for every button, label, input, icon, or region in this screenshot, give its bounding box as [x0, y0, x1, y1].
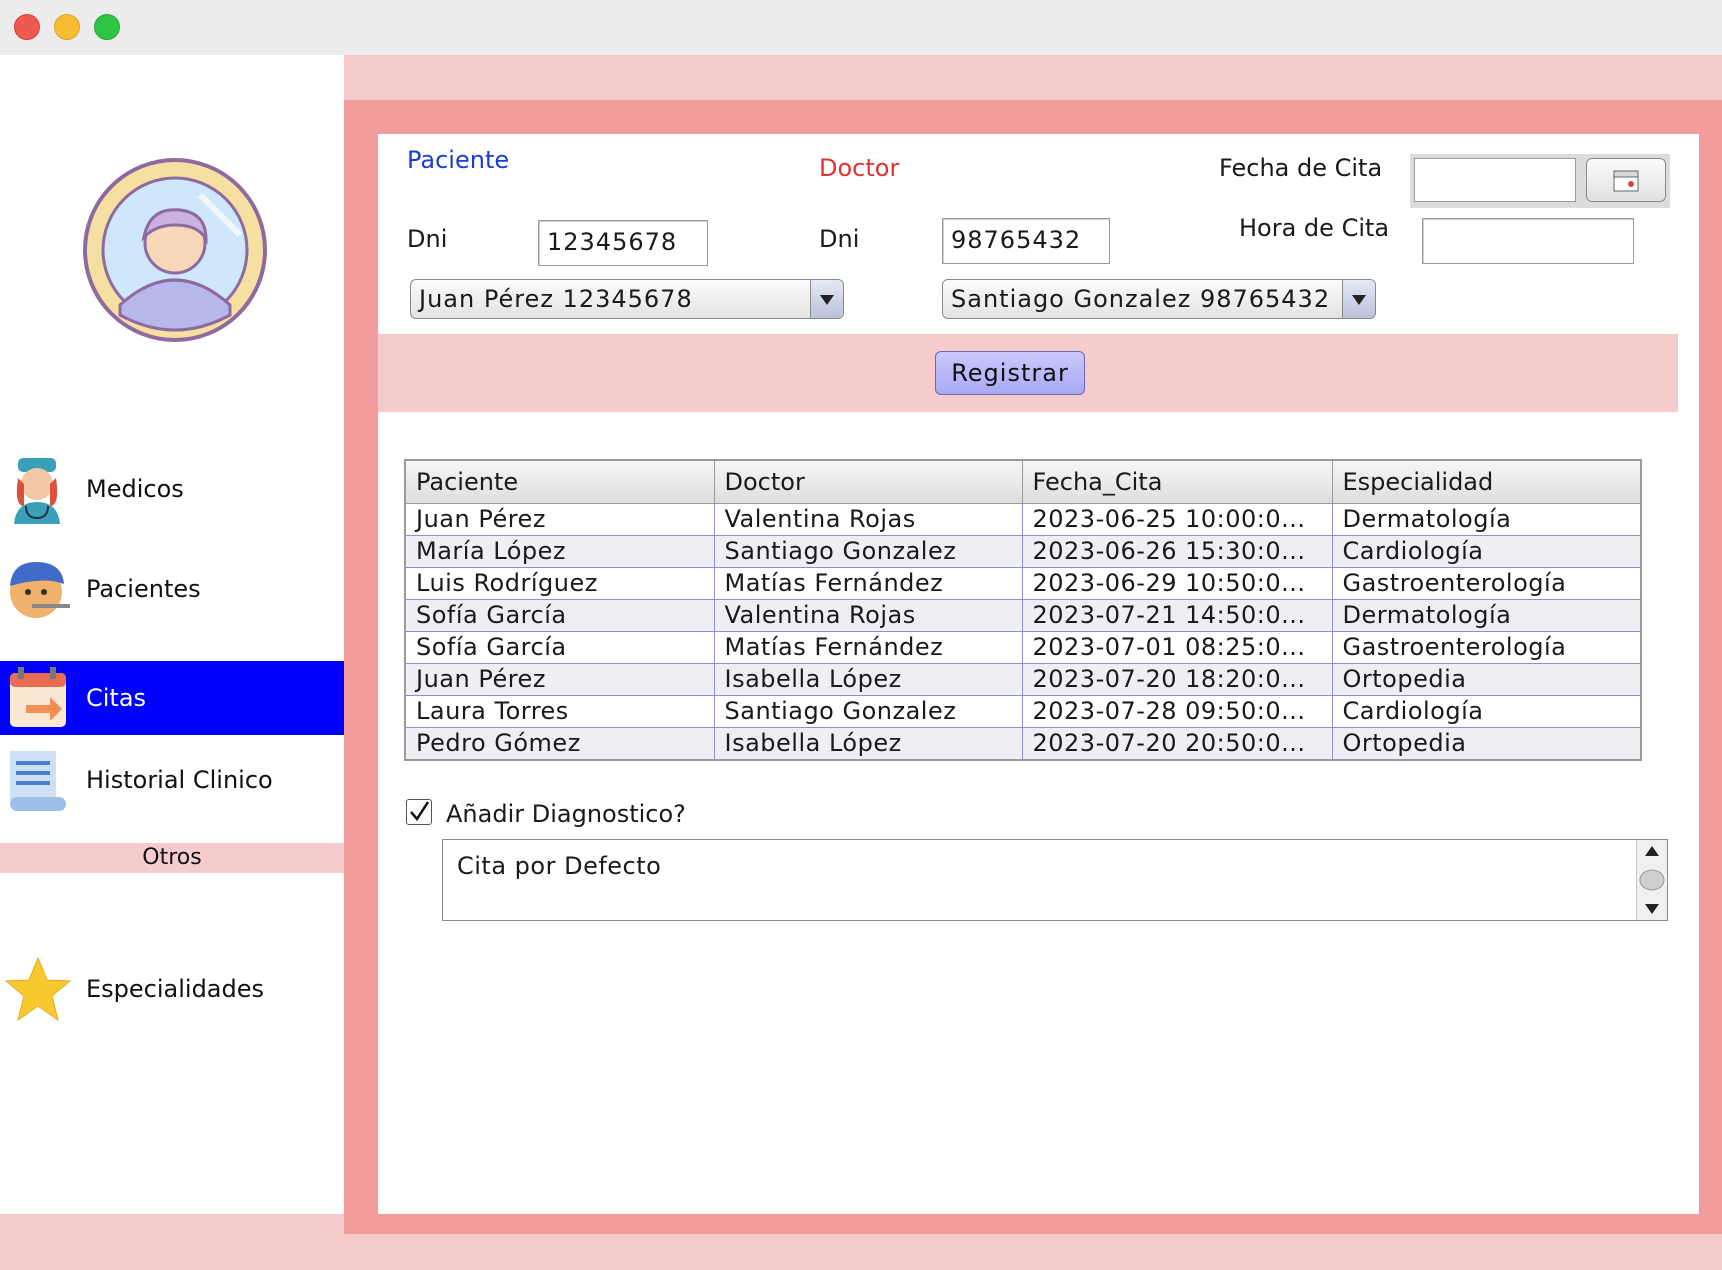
sidebar-item-label: Historial Clinico — [86, 766, 273, 794]
cell-fecha: 2023-07-21 14:50:0... — [1022, 599, 1333, 632]
cell-doctor: Santiago Gonzalez — [714, 535, 1023, 568]
table-row[interactable]: María López Santiago Gonzalez 2023-06-26… — [405, 535, 1642, 568]
cell-paciente: Luis Rodríguez — [405, 567, 715, 600]
paciente-select-value: Juan Pérez 12345678 — [419, 285, 693, 313]
hora-cita-input[interactable] — [1422, 218, 1634, 264]
column-header[interactable]: Doctor — [714, 460, 1023, 504]
anadir-diagnostico-checkbox[interactable] — [406, 799, 432, 825]
doctor-icon — [14, 458, 60, 524]
calendar-small-icon — [1613, 170, 1639, 192]
window-titlebar — [0, 0, 1722, 56]
sidebar-item-label: Citas — [86, 684, 147, 712]
cell-fecha: 2023-07-20 18:20:0... — [1022, 663, 1333, 696]
sidebar-item-label: Pacientes — [86, 575, 201, 603]
doctor-dni-input[interactable]: 98765432 — [942, 218, 1110, 264]
citas-table: Paciente Doctor Fecha_Cita Especialidad … — [404, 459, 1642, 761]
table-row[interactable]: Pedro Gómez Isabella López 2023-07-20 20… — [405, 727, 1642, 761]
sidebar-item-label: Especialidades — [86, 975, 265, 1003]
sidebar: Medicos Pacientes Citas Historial Clinic… — [0, 55, 344, 1214]
cell-doctor: Valentina Rojas — [714, 503, 1023, 536]
sidebar-item-label: Medicos — [86, 475, 184, 503]
cell-paciente: Sofía García — [405, 599, 715, 632]
cell-paciente: Juan Pérez — [405, 663, 715, 696]
sidebar-item-historial-clinico[interactable]: Historial Clinico — [0, 743, 344, 817]
cell-paciente: María López — [405, 535, 715, 568]
scroll-arrows-icon — [1639, 846, 1665, 914]
cell-fecha: 2023-06-26 15:30:0... — [1022, 535, 1333, 568]
date-picker-button[interactable] — [1586, 158, 1666, 202]
doctor-dni-label: Dni — [819, 225, 860, 253]
paciente-dni-label: Dni — [407, 225, 448, 253]
cell-paciente: Laura Torres — [405, 695, 715, 728]
table-row[interactable]: Juan Pérez Isabella López 2023-07-20 18:… — [405, 663, 1642, 696]
cell-fecha: 2023-07-01 08:25:0... — [1022, 631, 1333, 664]
anadir-diagnostico-label: Añadir Diagnostico? — [446, 800, 686, 828]
cell-especialidad: Cardiología — [1332, 535, 1642, 568]
sidebar-item-citas[interactable]: Citas — [0, 661, 344, 735]
cell-doctor: Matías Fernández — [714, 567, 1023, 600]
checkmark-icon — [410, 801, 430, 822]
cell-fecha: 2023-07-20 20:50:0... — [1022, 727, 1333, 761]
column-header[interactable]: Paciente — [405, 460, 715, 504]
table-row[interactable]: Juan Pérez Valentina Rojas 2023-06-25 10… — [405, 503, 1642, 536]
cell-fecha: 2023-06-25 10:00:0... — [1022, 503, 1333, 536]
cell-especialidad: Dermatología — [1332, 599, 1642, 632]
column-header[interactable]: Especialidad — [1332, 460, 1642, 504]
table-row[interactable]: Sofía García Valentina Rojas 2023-07-21 … — [405, 599, 1642, 632]
cell-especialidad: Ortopedia — [1332, 663, 1642, 696]
cell-paciente: Juan Pérez — [405, 503, 715, 536]
doctor-select[interactable]: Santiago Gonzalez 98765432 — [942, 279, 1376, 319]
fecha-cita-picker — [1410, 154, 1670, 208]
sidebar-item-especialidades[interactable]: Especialidades — [0, 952, 344, 1026]
hora-cita-label: Hora de Cita — [1239, 214, 1390, 242]
cell-especialidad: Ortopedia — [1332, 727, 1642, 761]
chevron-down-icon[interactable] — [810, 280, 843, 318]
cell-doctor: Matías Fernández — [714, 631, 1023, 664]
section-label-otros: Otros — [0, 843, 344, 873]
cell-doctor: Valentina Rojas — [714, 599, 1023, 632]
chevron-down-icon[interactable] — [1342, 280, 1375, 318]
paciente-select[interactable]: Juan Pérez 12345678 — [410, 279, 844, 319]
cell-especialidad: Dermatología — [1332, 503, 1642, 536]
table-header-row: Paciente Doctor Fecha_Cita Especialidad — [405, 460, 1642, 504]
cell-doctor: Santiago Gonzalez — [714, 695, 1023, 728]
cell-fecha: 2023-06-29 10:50:0... — [1022, 567, 1333, 600]
table-row[interactable]: Laura Torres Santiago Gonzalez 2023-07-2… — [405, 695, 1642, 728]
cell-especialidad: Gastroenterología — [1332, 567, 1642, 600]
cell-doctor: Isabella López — [714, 663, 1023, 696]
textarea-scrollbar[interactable] — [1636, 840, 1667, 920]
column-header[interactable]: Fecha_Cita — [1022, 460, 1333, 504]
doctor-heading: Doctor — [819, 154, 900, 182]
cell-fecha: 2023-07-28 09:50:0... — [1022, 695, 1333, 728]
content-header-strip — [344, 55, 1722, 100]
cell-paciente: Pedro Gómez — [405, 727, 715, 761]
close-window-button[interactable] — [14, 14, 40, 40]
star-icon — [4, 956, 72, 1022]
paciente-dni-input[interactable]: 12345678 — [538, 220, 708, 266]
fecha-cita-label: Fecha de Cita — [1219, 154, 1383, 182]
diagnostico-textarea[interactable]: Cita por Defecto — [442, 839, 1668, 921]
doctor-select-value: Santiago Gonzalez 98765432 — [951, 285, 1331, 313]
user-avatar-icon — [83, 158, 267, 342]
paciente-heading: Paciente — [407, 146, 510, 174]
minimize-window-button[interactable] — [54, 14, 80, 40]
sidebar-item-pacientes[interactable]: Pacientes — [0, 552, 344, 626]
diagnostico-text: Cita por Defecto — [457, 852, 662, 880]
cell-doctor: Isabella López — [714, 727, 1023, 761]
medical-record-icon — [10, 751, 66, 811]
cell-paciente: Sofía García — [405, 631, 715, 664]
calendar-icon — [10, 667, 66, 727]
patient-icon — [10, 562, 70, 618]
bottom-strip — [0, 1234, 1722, 1270]
cell-especialidad: Cardiología — [1332, 695, 1642, 728]
table-row[interactable]: Sofía García Matías Fernández 2023-07-01… — [405, 631, 1642, 664]
cell-especialidad: Gastroenterología — [1332, 631, 1642, 664]
table-row[interactable]: Luis Rodríguez Matías Fernández 2023-06-… — [405, 567, 1642, 600]
sidebar-item-medicos[interactable]: Medicos — [0, 452, 344, 526]
fecha-cita-input[interactable] — [1414, 158, 1576, 202]
registrar-button[interactable]: Registrar — [935, 351, 1085, 395]
maximize-window-button[interactable] — [94, 14, 120, 40]
